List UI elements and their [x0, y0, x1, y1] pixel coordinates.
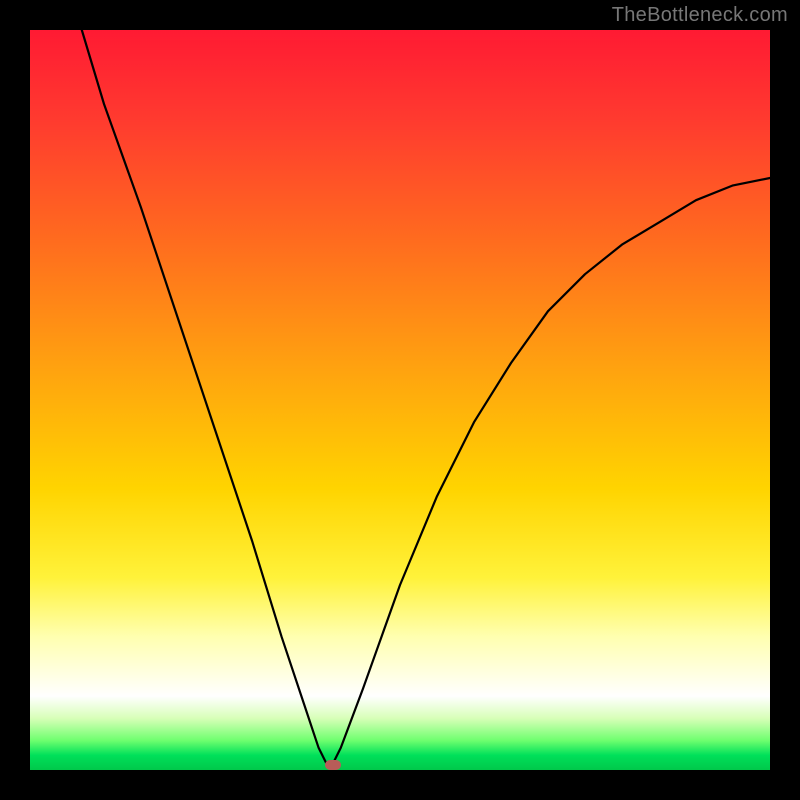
- chart-frame: TheBottleneck.com: [0, 0, 800, 800]
- optimal-point-marker: [325, 760, 341, 770]
- plot-area: [30, 30, 770, 770]
- bottleneck-curve: [30, 30, 770, 770]
- watermark-text: TheBottleneck.com: [612, 4, 788, 27]
